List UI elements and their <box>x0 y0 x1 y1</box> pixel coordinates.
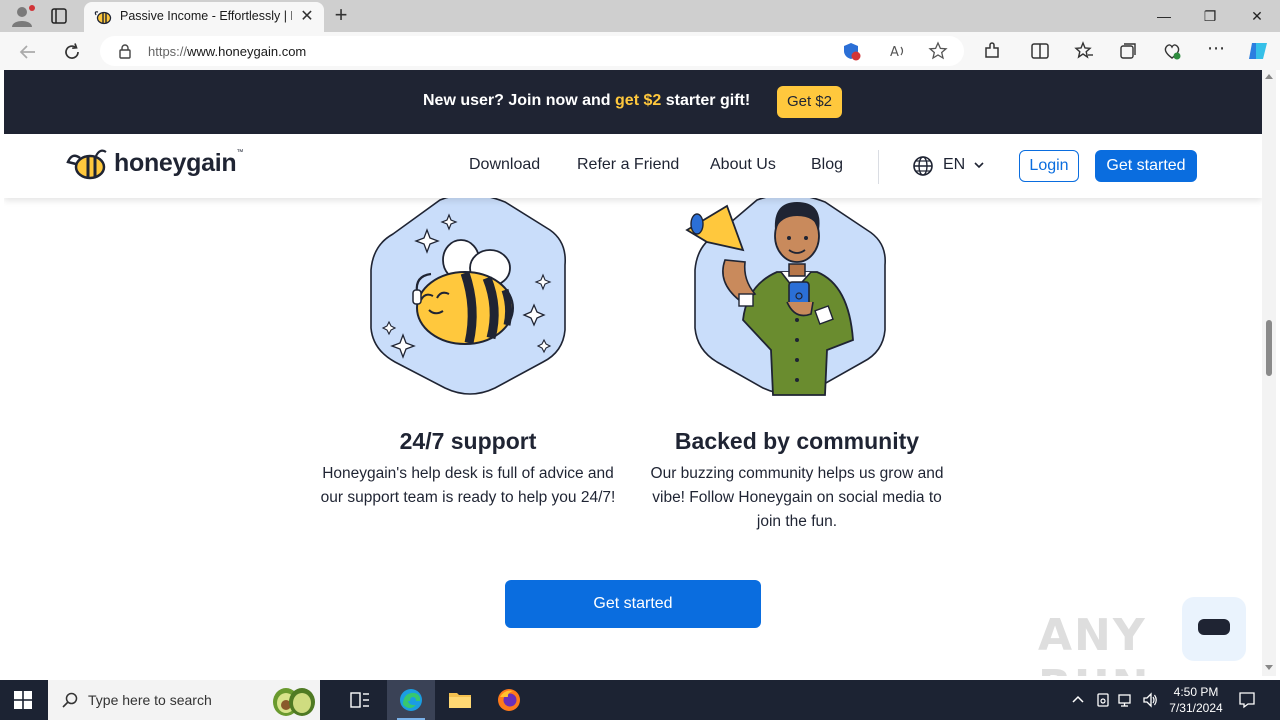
promo-banner: New user? Join now and get $2 starter gi… <box>4 70 1262 134</box>
feature-description: Our buzzing community helps us grow and … <box>650 465 944 530</box>
tray-overflow-chevron-up-icon[interactable] <box>1070 692 1086 708</box>
search-icon <box>62 692 78 708</box>
scroll-down-icon[interactable] <box>1265 665 1273 670</box>
tab-title: Passive Income - Effortlessly | Ho <box>120 9 292 23</box>
clock-date: 7/31/2024 <box>1169 701 1223 715</box>
chevron-down-icon[interactable] <box>972 158 986 172</box>
search-placeholder: Type here to search <box>88 692 212 708</box>
network-icon[interactable] <box>1118 692 1134 708</box>
login-button[interactable]: Login <box>1019 150 1079 182</box>
site-header: honeygain™ Download Refer a Friend About… <box>4 134 1262 198</box>
page-scrollbar[interactable] <box>1262 70 1276 676</box>
nav-download[interactable]: Download <box>469 156 540 174</box>
clock-time: 4:50 PM <box>1173 685 1219 699</box>
nav-divider <box>878 150 879 184</box>
task-view-icon <box>350 692 369 708</box>
honeygain-logo-text[interactable]: honeygain™ <box>114 149 243 178</box>
taskbar-firefox-app[interactable] <box>485 680 533 720</box>
settings-more-icon[interactable]: ⋯ <box>1206 39 1226 61</box>
collections-icon[interactable] <box>1118 41 1138 61</box>
nav-refer-a-friend[interactable]: Refer a Friend <box>577 156 679 174</box>
notification-center-icon[interactable] <box>1238 691 1256 709</box>
taskbar-clock[interactable]: 4:50 PM 7/31/2024 <box>1158 684 1234 716</box>
url-text: https://www.honeygain.com <box>148 44 307 59</box>
extensions-icon[interactable] <box>982 41 1002 61</box>
taskbar-search-box[interactable]: Type here to search <box>48 680 320 720</box>
refresh-icon[interactable] <box>61 41 83 63</box>
favorites-icon[interactable] <box>1074 41 1094 61</box>
get-started-cta-button[interactable]: Get started <box>505 580 761 628</box>
browser-essentials-icon[interactable] <box>1162 41 1182 61</box>
new-tab-button[interactable]: + <box>330 4 352 27</box>
task-view-button[interactable] <box>336 680 384 720</box>
taskbar-edge-app[interactable] <box>387 680 435 720</box>
read-aloud-icon[interactable]: A <box>888 41 908 61</box>
honeygain-favicon-icon <box>94 11 112 25</box>
chat-bubble-icon <box>1198 619 1230 635</box>
feature-title: Backed by community <box>674 428 920 454</box>
minimize-button[interactable]: — <box>1152 4 1176 28</box>
copilot-icon[interactable] <box>1246 39 1270 63</box>
scroll-up-icon[interactable] <box>1265 74 1273 79</box>
feature-description: Honeygain's help desk is full of advice … <box>320 465 616 506</box>
url-field[interactable]: https://www.honeygain.com A <box>100 36 964 66</box>
restore-button[interactable]: ❐ <box>1198 4 1222 28</box>
page-viewport: New user? Join now and get $2 starter gi… <box>4 70 1262 676</box>
back-icon[interactable] <box>17 41 39 63</box>
close-window-button[interactable]: ✕ <box>1245 4 1269 28</box>
windows-start-icon[interactable] <box>14 691 32 709</box>
edge-icon <box>400 689 422 711</box>
promo-text: New user? Join now and get $2 starter gi… <box>423 92 751 109</box>
avocado-search-highlight-icon <box>273 688 315 716</box>
taskbar-file-explorer-app[interactable] <box>436 680 484 720</box>
community-megaphone-illustration-icon <box>685 193 886 396</box>
split-screen-icon[interactable] <box>1030 41 1050 61</box>
svg-text:A: A <box>890 45 899 60</box>
scroll-thumb[interactable] <box>1266 320 1272 376</box>
volume-icon[interactable] <box>1142 692 1158 708</box>
favorite-star-icon[interactable] <box>928 41 948 61</box>
header-get-started-button[interactable]: Get started <box>1095 150 1197 182</box>
lock-icon[interactable] <box>118 44 132 59</box>
tab-honeygain[interactable]: Passive Income - Effortlessly | Ho ✕ <box>84 2 324 32</box>
nav-blog[interactable]: Blog <box>811 156 843 174</box>
feature-title: 24/7 support <box>399 428 537 454</box>
profile-notification-dot <box>29 5 35 11</box>
address-bar-row: https://www.honeygain.com A ⋯ <box>0 32 1280 70</box>
tray-device-icon[interactable] <box>1095 692 1111 708</box>
tracker-prevention-icon[interactable] <box>842 41 862 61</box>
bee-support-illustration-icon <box>370 193 567 395</box>
nav-about-us[interactable]: About Us <box>710 156 776 174</box>
language-selector[interactable]: EN <box>943 156 965 174</box>
chat-widget-button[interactable] <box>1182 597 1246 661</box>
firefox-icon <box>498 689 520 711</box>
honeygain-bee-logo-icon[interactable] <box>66 148 108 180</box>
get-2-button[interactable]: Get $2 <box>777 86 842 118</box>
folder-icon <box>449 693 471 708</box>
tab-actions-icon[interactable] <box>50 7 68 25</box>
browser-tab-bar: Passive Income - Effortlessly | Ho ✕ + —… <box>0 0 1280 32</box>
globe-icon[interactable] <box>912 155 934 177</box>
windows-taskbar: Type here to search 4:50 PM 7/31/2024 <box>0 680 1280 720</box>
tab-close-icon[interactable]: ✕ <box>298 8 316 26</box>
